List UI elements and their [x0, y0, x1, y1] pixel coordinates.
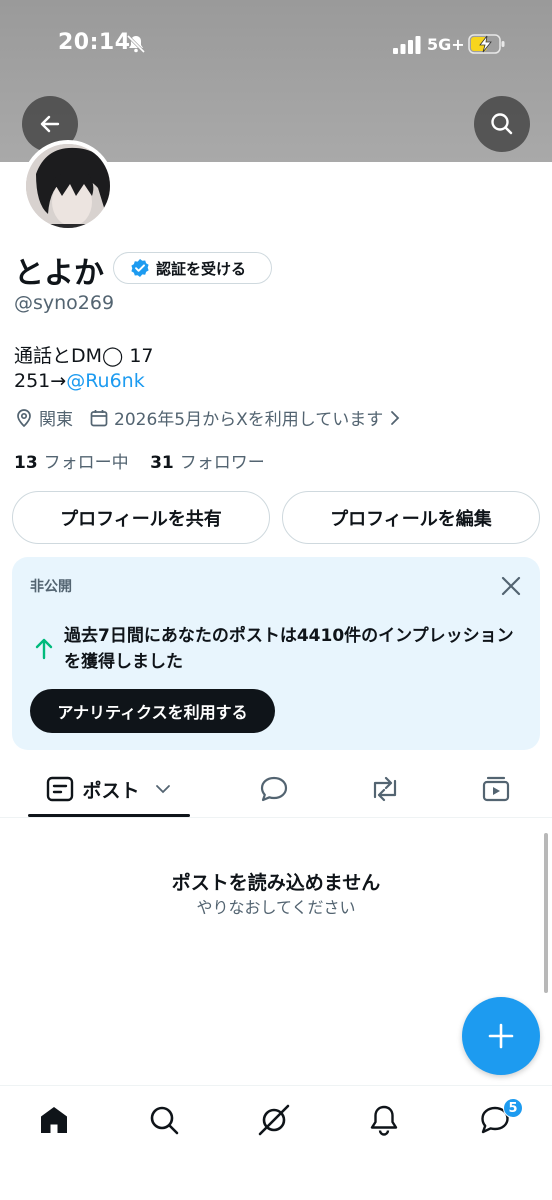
chevron-down-icon: [155, 785, 170, 794]
analytics-card: 非公開 過去7日間にあなたのポストは4410件のインプレッションを獲得しました …: [12, 557, 540, 750]
empty-state-title: ポストを読み込めません: [171, 872, 381, 894]
followers-label: フォロワー: [179, 453, 265, 473]
calendar-icon: [90, 409, 108, 426]
network-type: 5G+: [427, 35, 465, 54]
bio-line-1: 通話とDM◯ 17: [14, 345, 154, 367]
private-label: 非公開: [30, 579, 72, 595]
signal-icon: [393, 36, 421, 54]
bio-mention-link[interactable]: @Ru6nk: [66, 370, 145, 392]
profile-meta: 関東 2026年5月からXを利用しています: [14, 405, 408, 430]
bell-icon: [370, 1105, 398, 1136]
bio-line-2-text: 251→: [14, 370, 67, 392]
home-icon: [41, 1107, 67, 1133]
active-tab-indicator: [28, 814, 190, 817]
get-verified-label: 認証を受ける: [156, 259, 247, 278]
search-icon: [491, 113, 513, 135]
joined-text[interactable]: 2026年5月からXを利用しています: [114, 405, 383, 430]
following-count: 13: [14, 453, 38, 473]
search-icon: [150, 1106, 179, 1135]
nav-search[interactable]: [144, 1102, 184, 1138]
follow-stats: 13 フォロー中 31 フォロワー: [14, 448, 265, 473]
grok-icon: [258, 1104, 290, 1136]
bell-muted-icon: [126, 34, 146, 54]
following-link[interactable]: 13 フォロー中: [14, 453, 129, 473]
get-verified-button[interactable]: 認証を受ける: [113, 252, 272, 284]
retry-link[interactable]: やりなおしてください: [0, 894, 552, 918]
tab-media[interactable]: [466, 760, 526, 818]
profile-handle: @syno269: [14, 292, 115, 314]
followers-count: 31: [150, 453, 174, 473]
close-icon[interactable]: [500, 575, 522, 597]
profile-name: とよか: [14, 256, 104, 291]
tab-posts[interactable]: ポスト: [28, 760, 190, 818]
repost-icon: [373, 776, 397, 802]
messages-badge: 5: [503, 1098, 523, 1118]
followers-link[interactable]: 31 フォロワー: [150, 453, 265, 473]
use-analytics-button[interactable]: アナリティクスを利用する: [30, 689, 275, 733]
avatar[interactable]: [22, 140, 114, 232]
avatar-image: [26, 144, 110, 228]
search-button[interactable]: [474, 96, 530, 152]
compose-button[interactable]: [462, 997, 540, 1075]
impressions-message: 過去7日間にあなたのポストは4410件のインプレッションを獲得しました: [64, 626, 514, 672]
tab-reposts[interactable]: [355, 760, 415, 818]
chevron-right-icon[interactable]: [387, 409, 403, 427]
location-pin-icon: [17, 408, 31, 427]
location-text: 関東: [39, 410, 73, 430]
plus-icon: [488, 1023, 514, 1049]
back-arrow-icon: [40, 115, 60, 133]
profile-tabs: ポスト: [0, 760, 552, 818]
following-label: フォロー中: [43, 453, 129, 473]
reply-icon: [260, 776, 288, 802]
nav-home[interactable]: [34, 1102, 74, 1138]
battery-charging-icon: [468, 34, 505, 54]
arrow-up-icon: [35, 638, 53, 660]
posts-icon: [47, 776, 74, 802]
scrollbar[interactable]: [544, 833, 548, 993]
tab-replies[interactable]: [244, 760, 304, 818]
status-bar: 20:14 5G+: [0, 0, 552, 90]
share-profile-button[interactable]: プロフィールを共有: [12, 491, 270, 544]
tab-posts-label: ポスト: [82, 779, 140, 802]
edit-profile-button[interactable]: プロフィールを編集: [282, 491, 540, 544]
nav-grok[interactable]: [254, 1102, 294, 1138]
media-icon: [482, 776, 510, 802]
nav-notifications[interactable]: [364, 1102, 404, 1138]
status-time: 20:14: [58, 30, 131, 55]
bio-line-2: 251→@Ru6nk: [14, 370, 145, 392]
verified-badge-icon: [131, 259, 149, 277]
